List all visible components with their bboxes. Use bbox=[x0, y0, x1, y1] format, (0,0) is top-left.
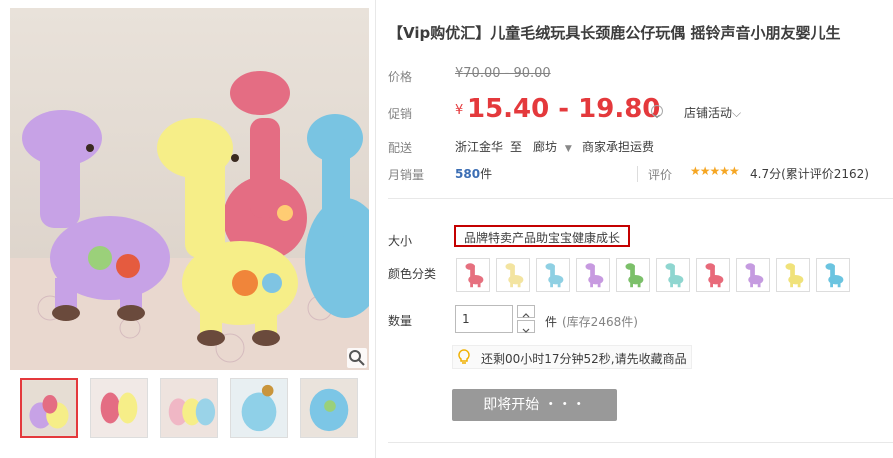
color-swatch[interactable] bbox=[776, 258, 810, 292]
thumbnail-3[interactable] bbox=[160, 378, 218, 438]
lightbulb-icon bbox=[457, 349, 471, 365]
column-divider bbox=[375, 0, 376, 458]
quantity-decrease-button[interactable] bbox=[517, 320, 535, 333]
color-swatch[interactable] bbox=[536, 258, 570, 292]
thumbnail-1[interactable] bbox=[20, 378, 78, 438]
quantity-label: 数量 bbox=[388, 314, 413, 328]
thumbnail-strip bbox=[10, 375, 369, 445]
thumbnail-4[interactable] bbox=[230, 378, 288, 438]
main-product-image[interactable] bbox=[10, 8, 369, 370]
delivery-label: 配送 bbox=[388, 141, 413, 155]
quantity-increase-button[interactable] bbox=[517, 305, 535, 318]
price-label: 价格 bbox=[388, 70, 413, 84]
divider bbox=[637, 166, 638, 182]
countdown-text: 还剩00小时17分钟52秒,请先收藏商品 bbox=[481, 352, 687, 366]
quantity-unit: 件 bbox=[545, 315, 558, 329]
color-label: 颜色分类 bbox=[388, 267, 437, 281]
delivery-destination-select[interactable]: 廊坊 ▼ bbox=[533, 138, 572, 155]
promo-price: 15.40 - 19.80 bbox=[467, 94, 661, 124]
delivery-from: 浙江金华 bbox=[455, 140, 504, 154]
thumbnail-5[interactable] bbox=[300, 378, 358, 438]
original-price: ¥70.00 - 90.00 bbox=[455, 66, 551, 81]
delivery-to-word: 至 bbox=[510, 140, 523, 154]
size-option[interactable]: 品牌特卖产品助宝宝健康成长 bbox=[454, 225, 631, 247]
coming-soon-button[interactable]: 即将开始 ・・・ bbox=[452, 389, 617, 421]
stock-count: (库存2468件) bbox=[562, 315, 638, 329]
color-swatch[interactable] bbox=[656, 258, 690, 292]
caret-down-icon: ▼ bbox=[564, 144, 572, 154]
rating-label: 评价 bbox=[648, 168, 673, 182]
promo-currency: ¥ bbox=[455, 103, 464, 118]
quantity-input[interactable] bbox=[455, 305, 513, 333]
thumbnail-2[interactable] bbox=[90, 378, 148, 438]
store-activity-link[interactable]: 店铺活动⌵ bbox=[684, 104, 741, 121]
color-swatch[interactable] bbox=[736, 258, 770, 292]
countdown-notice: 还剩00小时17分钟52秒,请先收藏商品 bbox=[452, 345, 692, 369]
shipping-fee: 商家承担运费 bbox=[582, 140, 655, 154]
color-swatch[interactable] bbox=[496, 258, 530, 292]
chevron-down-icon[interactable] bbox=[651, 105, 663, 119]
color-swatch[interactable] bbox=[616, 258, 650, 292]
promo-label: 促销 bbox=[388, 107, 413, 121]
zoom-icon[interactable] bbox=[347, 348, 367, 368]
monthly-sales-label: 月销量 bbox=[388, 168, 425, 182]
color-swatch[interactable] bbox=[696, 258, 730, 292]
color-swatch[interactable] bbox=[816, 258, 850, 292]
rating-stars: ★★★★★ bbox=[690, 164, 740, 178]
color-swatch[interactable] bbox=[456, 258, 490, 292]
bottom-divider bbox=[388, 442, 893, 443]
section-divider bbox=[388, 198, 893, 199]
monthly-sales: 580件 bbox=[455, 167, 493, 181]
product-title: 【Vip购优汇】儿童毛绒玩具长颈鹿公仔玩偶 摇铃声音小朋友婴儿生 bbox=[388, 24, 841, 42]
size-label: 大小 bbox=[388, 234, 413, 248]
color-swatch[interactable] bbox=[576, 258, 610, 292]
rating-link[interactable]: 4.7分(累计评价2162) bbox=[750, 165, 869, 182]
